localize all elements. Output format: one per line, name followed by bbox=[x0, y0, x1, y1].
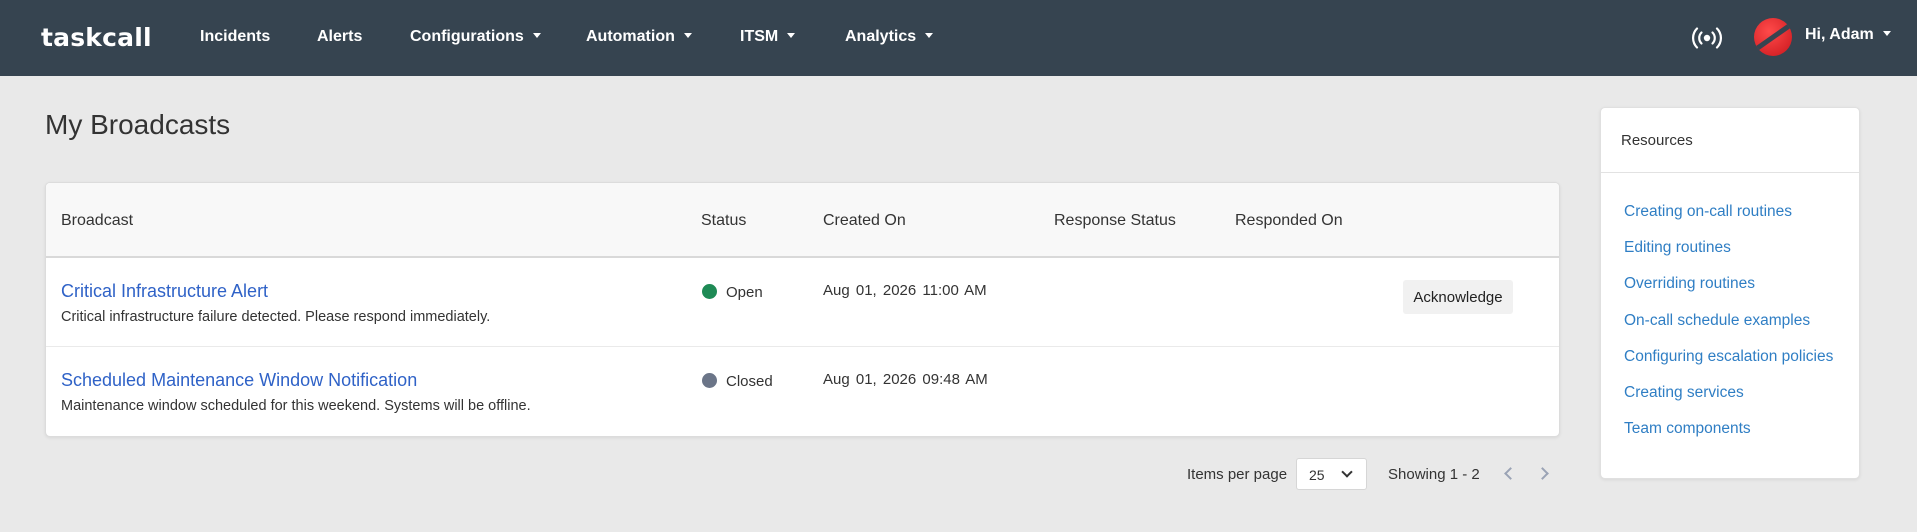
chevron-down-icon bbox=[1341, 466, 1353, 478]
showing-range: Showing 1 - 2 bbox=[1388, 466, 1480, 483]
nav-alerts[interactable]: Alerts bbox=[317, 28, 362, 46]
table-header: Broadcast Status Created On Response Sta… bbox=[46, 183, 1559, 258]
created-on: Aug 01, 2026 09:48 AM bbox=[823, 371, 988, 388]
user-greeting: Hi, Adam bbox=[1805, 26, 1874, 43]
nav-configurations-label: Configurations bbox=[410, 28, 524, 45]
status-dot-icon bbox=[702, 373, 717, 388]
app-logo[interactable]: taskcall bbox=[41, 23, 152, 52]
created-on: Aug 01, 2026 11:00 AM bbox=[823, 282, 987, 299]
table-row: Critical Infrastructure Alert Critical i… bbox=[46, 258, 1559, 347]
broadcast-description: Maintenance window scheduled for this we… bbox=[61, 398, 531, 414]
status-badge: Closed bbox=[702, 373, 773, 390]
nav-automation-label: Automation bbox=[586, 28, 675, 45]
column-header-created-on: Created On bbox=[823, 212, 906, 229]
resources-header: Resources bbox=[1601, 108, 1859, 173]
caret-down-icon bbox=[787, 33, 796, 38]
broadcast-title-link[interactable]: Critical Infrastructure Alert bbox=[61, 281, 268, 302]
resource-link-on-call-schedule-examples[interactable]: On-call schedule examples bbox=[1624, 312, 1810, 330]
chevron-right-icon[interactable] bbox=[1536, 467, 1549, 480]
caret-down-icon bbox=[683, 33, 692, 38]
status-label: Open bbox=[726, 284, 763, 301]
avatar[interactable] bbox=[1754, 18, 1792, 56]
items-per-page-value: 25 bbox=[1309, 467, 1325, 483]
status-badge: Open bbox=[702, 284, 763, 301]
chevron-left-icon[interactable] bbox=[1504, 467, 1517, 480]
page-title: My Broadcasts bbox=[45, 109, 231, 140]
nav-alerts-label: Alerts bbox=[317, 28, 363, 45]
caret-down-icon bbox=[532, 33, 541, 38]
broadcasts-table: Broadcast Status Created On Response Sta… bbox=[45, 182, 1560, 437]
resource-link-configuring-escalation-policies[interactable]: Configuring escalation policies bbox=[1624, 348, 1833, 366]
top-navbar: taskcall Incidents Alerts Configurations… bbox=[0, 0, 1917, 76]
column-header-status: Status bbox=[701, 212, 747, 229]
table-row: Scheduled Maintenance Window Notificatio… bbox=[46, 347, 1559, 436]
status-label: Closed bbox=[726, 373, 773, 390]
nav-incidents[interactable]: Incidents bbox=[200, 28, 270, 46]
nav-analytics-label: Analytics bbox=[845, 28, 917, 45]
column-header-responded-on: Responded On bbox=[1235, 212, 1343, 229]
broadcast-description: Critical infrastructure failure detected… bbox=[61, 309, 491, 325]
resources-panel: Resources Creating on-call routines Edit… bbox=[1600, 107, 1860, 479]
caret-down-icon bbox=[925, 33, 934, 38]
acknowledge-button[interactable]: Acknowledge bbox=[1403, 280, 1513, 314]
items-per-page-select[interactable]: 25 bbox=[1296, 458, 1367, 490]
nav-itsm-label: ITSM bbox=[740, 28, 779, 45]
nav-automation[interactable]: Automation bbox=[586, 28, 692, 46]
resource-link-team-components[interactable]: Team components bbox=[1624, 420, 1751, 438]
resource-link-creating-on-call-routines[interactable]: Creating on-call routines bbox=[1624, 203, 1792, 221]
nav-analytics[interactable]: Analytics bbox=[845, 28, 934, 46]
nav-itsm[interactable]: ITSM bbox=[740, 28, 796, 46]
items-per-page-label: Items per page bbox=[1187, 466, 1288, 483]
resource-link-editing-routines[interactable]: Editing routines bbox=[1624, 239, 1731, 257]
broadcast-title-link[interactable]: Scheduled Maintenance Window Notificatio… bbox=[61, 370, 417, 391]
status-dot-icon bbox=[702, 284, 717, 299]
resources-title: Resources bbox=[1621, 132, 1693, 149]
column-header-response-status: Response Status bbox=[1054, 212, 1176, 229]
caret-down-icon bbox=[1882, 31, 1891, 36]
resource-link-overriding-routines[interactable]: Overriding routines bbox=[1624, 275, 1755, 293]
user-menu[interactable]: Hi, Adam bbox=[1805, 26, 1891, 44]
nav-configurations[interactable]: Configurations bbox=[410, 28, 541, 46]
resource-link-creating-services[interactable]: Creating services bbox=[1624, 384, 1744, 402]
column-header-broadcast: Broadcast bbox=[61, 212, 134, 229]
nav-incidents-label: Incidents bbox=[200, 28, 271, 45]
broadcast-icon[interactable] bbox=[1692, 25, 1722, 51]
